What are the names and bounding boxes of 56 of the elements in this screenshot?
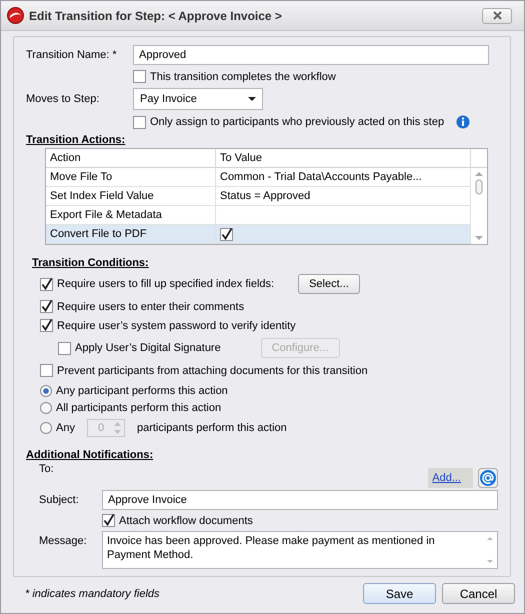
field-label: Moves to Step: [26, 93, 100, 105]
table-cell[interactable]: Convert File to PDF [46, 225, 216, 244]
column-header[interactable]: To Value [216, 149, 471, 168]
checkbox[interactable] [40, 300, 53, 313]
option-label: All participants perform this action [56, 402, 222, 414]
radio-button[interactable] [40, 385, 52, 397]
option-label: Any participant performs this action [56, 385, 228, 397]
checkbox-label: Only assign to participants who previously acted on this step [150, 116, 444, 128]
checkbox-label: Attach workflow documents [119, 514, 253, 526]
close-icon [492, 11, 502, 20]
checkbox[interactable] [102, 514, 115, 527]
option-label: Any [56, 422, 75, 434]
close-button[interactable] [482, 8, 512, 24]
field-label: To: [39, 463, 55, 475]
spinner-arrows-icon [114, 422, 121, 434]
message-field[interactable]: Invoice has been approved. Please make payment as mentioned in Payment Method. [102, 531, 498, 569]
option-label: Require users to fill up specified index fields: [57, 278, 274, 290]
table-cell[interactable]: Common - Trial Data\Accounts Payable... [216, 168, 471, 187]
step-dropdown[interactable]: Pay Invoice [133, 88, 263, 110]
caret-icon [248, 97, 256, 101]
section-heading: Transition Actions: [26, 134, 126, 146]
field-label: Message: [39, 535, 88, 547]
email-icon[interactable] [478, 468, 498, 488]
option-label: Require users to enter their comments [57, 300, 244, 312]
checkbox[interactable] [133, 70, 146, 83]
checkbox-label: This transition completes the workflow [150, 70, 336, 82]
add-link[interactable]: Add... [428, 468, 473, 488]
table-cell[interactable]: Status = Approved [216, 187, 471, 206]
option-button[interactable]: Select... [298, 274, 360, 294]
section-heading: Additional Notifications: [26, 449, 154, 461]
column-header[interactable]: Action [46, 149, 216, 168]
dialog-button[interactable]: Cancel [442, 583, 515, 604]
info-icon[interactable] [456, 115, 470, 129]
field-label: Transition Name: * [26, 49, 118, 61]
table-cell[interactable]: Move File To [46, 168, 216, 187]
checkbox[interactable] [220, 228, 233, 240]
dialog-button[interactable]: Save [363, 583, 436, 604]
checkbox[interactable] [40, 364, 53, 377]
radio-button[interactable] [40, 422, 52, 434]
radio-button[interactable] [40, 402, 52, 414]
checkbox[interactable] [58, 342, 71, 354]
logo-icon [7, 7, 24, 24]
window-title: Edit Transition for Step: < Approve Invoice > [29, 8, 283, 22]
subject-field[interactable]: Approve Invoice [102, 490, 498, 510]
checkbox[interactable] [40, 278, 53, 290]
transition-name-field[interactable]: Approved [133, 45, 489, 65]
option-label: participants perform this action [136, 422, 287, 434]
table-cell[interactable]: Set Index Field Value [46, 187, 216, 206]
section-heading: Transition Conditions: [32, 257, 149, 269]
option-label: Prevent participants from attaching documents for this transition [57, 364, 368, 376]
checkbox[interactable] [133, 116, 146, 128]
mandatory-note: * indicates mandatory fields [25, 588, 161, 600]
option-label: Apply User’s Digital Signature [75, 342, 221, 354]
checkbox[interactable] [40, 319, 53, 332]
option-label: Require user’s system password to verify identity [57, 320, 296, 332]
field-label: Subject: [39, 494, 80, 506]
